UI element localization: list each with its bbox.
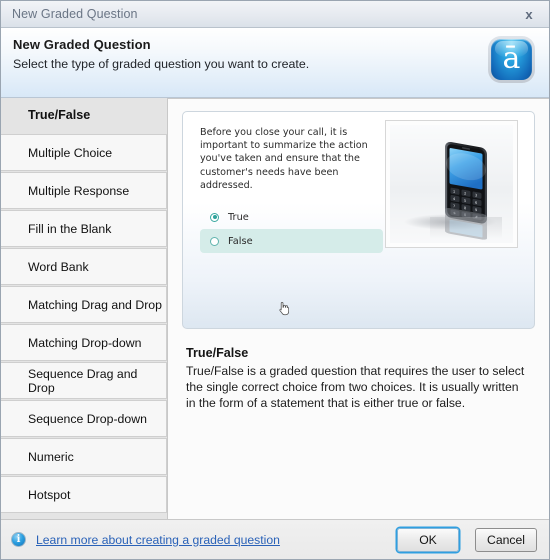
question-preview-pane: Before you close your call, it is import… [167,98,549,519]
svg-text:4: 4 [453,197,455,201]
page-title: New Graded Question [13,37,151,52]
preview-choice-false[interactable]: False [200,229,383,316]
dialog-footer: i Learn more about creating a graded que… [1,519,549,559]
window-title: New Graded Question [12,7,138,21]
sidebar-item-true-false[interactable]: True/False [1,98,167,132]
question-preview: Before you close your call, it is import… [182,111,535,329]
ok-button[interactable]: OK [397,527,459,552]
svg-text:8: 8 [464,206,466,210]
articulate-logo-glyph: ā [502,40,521,76]
mobile-phone-illustration-icon: 123 456 789 ✳0# [404,141,502,240]
svg-text:7: 7 [453,204,455,208]
sidebar-item-hotspot[interactable]: Hotspot [1,476,167,513]
hand-pointer-cursor-icon [279,302,289,316]
question-type-list: True/False Multiple Choice Multiple Resp… [1,98,167,519]
sidebar-item-multiple-choice[interactable]: Multiple Choice [1,134,167,171]
sidebar-item-word-bank[interactable]: Word Bank [1,248,167,285]
svg-text:1: 1 [453,189,455,193]
sidebar-item-sequence-drag-and-drop[interactable]: Sequence Drag and Drop [1,362,167,399]
svg-text:3: 3 [475,193,477,197]
dialog-body: True/False Multiple Choice Multiple Resp… [1,98,549,519]
new-graded-question-dialog: New Graded Question x New Graded Questio… [0,0,550,560]
page-subtitle: Select the type of graded question you w… [13,57,310,71]
articulate-logo-icon: ā [488,36,535,83]
cancel-button[interactable]: Cancel [475,527,537,552]
preview-question-text: Before you close your call, it is import… [200,127,368,191]
close-icon[interactable]: x [517,4,541,24]
dialog-header: New Graded Question Select the type of g… [1,28,549,98]
preview-choice-false-label: False [228,235,253,247]
svg-text:5: 5 [464,199,466,203]
preview-choice-list: True False [200,205,383,316]
radio-button-false-icon[interactable] [210,236,219,246]
description-title: True/False [186,346,249,360]
sidebar-item-matching-drag-and-drop[interactable]: Matching Drag and Drop [1,286,167,323]
svg-text:6: 6 [475,201,477,205]
svg-text:2: 2 [464,191,466,195]
preview-choice-true[interactable]: True [200,205,383,229]
sidebar-item-matching-drop-down[interactable]: Matching Drop-down [1,324,167,361]
svg-text:9: 9 [475,208,477,212]
description-body: True/False is a graded question that req… [186,364,525,410]
learn-more-link[interactable]: Learn more about creating a graded quest… [36,533,280,547]
info-icon: i [11,532,26,547]
sidebar-item-fill-in-the-blank[interactable]: Fill in the Blank [1,210,167,247]
sidebar-item-sequence-drop-down[interactable]: Sequence Drop-down [1,400,167,437]
sidebar-item-numeric[interactable]: Numeric [1,438,167,475]
sidebar-item-multiple-response[interactable]: Multiple Response [1,172,167,209]
preview-choice-true-label: True [228,211,249,223]
mobile-phone-image: 123 456 789 ✳0# [385,120,518,248]
radio-button-true-icon[interactable] [210,212,219,222]
question-description: True/False True/False is a graded questi… [182,329,535,411]
title-bar: New Graded Question x [1,1,549,28]
